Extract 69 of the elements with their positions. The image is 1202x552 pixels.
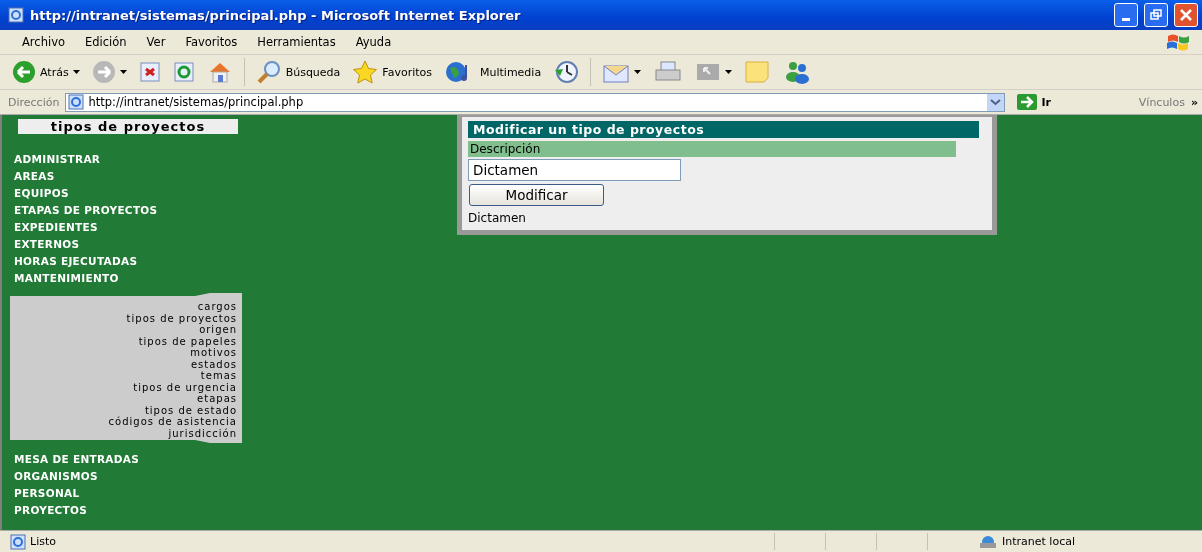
history-clock-icon xyxy=(553,60,580,84)
submenu-link[interactable]: temas xyxy=(200,370,237,382)
arrow-icon xyxy=(1017,94,1038,110)
submenu-link[interactable]: origen xyxy=(199,324,237,336)
toolbar-button[interactable]: Multimedia xyxy=(440,57,546,87)
submenu-link[interactable]: cargos xyxy=(197,301,237,313)
nav-link[interactable]: ADMINISTRAR xyxy=(14,151,260,168)
nav-link[interactable]: PROYECTOS xyxy=(14,502,260,519)
nav-link[interactable]: PERSONAL xyxy=(14,485,260,502)
printer-icon xyxy=(653,60,684,84)
nav-link[interactable]: EQUIPOS xyxy=(14,185,260,202)
nav-link[interactable]: MESA DE ENTRADAS xyxy=(14,451,260,468)
toolbar-button[interactable]: Búsqueda xyxy=(251,57,345,87)
nav-link[interactable]: ETAPAS DE PROYECTOS xyxy=(14,202,260,219)
submenu-link[interactable]: tipos de urgencia xyxy=(133,381,237,393)
windows-flag-icon xyxy=(1166,32,1190,52)
toolbar-button[interactable]: Favoritos xyxy=(348,57,436,87)
sidebar-heading: tipos de proyectos xyxy=(18,119,238,134)
submenu-link[interactable]: motivos xyxy=(190,347,237,359)
minimize-icon xyxy=(1122,17,1130,21)
submenu-link[interactable]: códigos de asistencia xyxy=(108,416,237,428)
submenu-link[interactable]: tipos de proyectos xyxy=(126,312,237,324)
menu-item[interactable]: Ver xyxy=(136,35,176,49)
nav-link[interactable]: EXTERNOS xyxy=(14,236,260,253)
submenu-link[interactable]: tipos de estado xyxy=(144,404,237,416)
more-chevron[interactable]: » xyxy=(1190,95,1202,109)
window-title: http://intranet/sistemas/principal.php - Microsoft Internet Explorer xyxy=(30,7,522,23)
zone-text: Intranet local xyxy=(1002,535,1076,548)
window-icon xyxy=(695,61,722,83)
submenu-link[interactable]: etapas xyxy=(197,393,237,405)
nav-link[interactable]: AREAS xyxy=(14,168,260,185)
go-button[interactable]: Ir xyxy=(1011,94,1057,110)
close-icon xyxy=(1180,9,1192,21)
address-label: Dirección xyxy=(8,95,60,109)
status-text: Listo xyxy=(30,535,57,548)
result-text: Dictamen xyxy=(468,211,527,225)
description-input[interactable]: Dictamen xyxy=(468,159,681,181)
nav-link[interactable]: HORAS EJECUTADAS xyxy=(14,253,260,270)
browser-icon xyxy=(8,7,24,23)
submenu-link[interactable]: estados xyxy=(190,358,237,370)
nav-link[interactable]: EXPEDIENTES xyxy=(14,219,260,236)
network-icon xyxy=(978,534,998,549)
nav-link[interactable]: ORGANISMOS xyxy=(14,468,260,485)
submenu-link[interactable]: jurisdicción xyxy=(168,427,237,439)
links-label[interactable]: Vínculos xyxy=(1138,95,1185,109)
restore-button[interactable] xyxy=(1144,3,1168,27)
menu-item[interactable]: Archivo xyxy=(12,35,75,49)
submenu-link[interactable]: tipos de papeles xyxy=(138,335,237,347)
page-icon xyxy=(10,533,26,550)
restore-icon xyxy=(1150,9,1162,21)
stop-icon xyxy=(138,61,161,83)
address-field[interactable]: http://intranet/sistemas/principal.php xyxy=(65,92,1006,112)
page-icon xyxy=(68,94,85,110)
search-icon xyxy=(255,60,282,84)
dropdown-icon[interactable] xyxy=(987,93,1005,111)
menu-item[interactable]: Ayuda xyxy=(345,35,402,49)
form-title: Modificar un tipo de proyectos xyxy=(468,121,979,138)
close-button[interactable] xyxy=(1174,3,1198,27)
menu-item[interactable]: Edición xyxy=(75,35,137,49)
minimize-button[interactable] xyxy=(1114,3,1138,27)
star-icon xyxy=(352,60,379,84)
menu-item[interactable]: Herramientas xyxy=(247,35,346,49)
menu-item[interactable]: Favoritos xyxy=(175,35,248,49)
nav-link[interactable]: MANTENIMIENTO xyxy=(14,270,260,287)
modify-button[interactable]: Modificar xyxy=(469,184,604,206)
refresh-icon xyxy=(172,61,195,83)
toolbar-button[interactable]: Atrás xyxy=(8,57,84,87)
field-label: Descripción xyxy=(468,141,956,157)
note-icon xyxy=(744,60,771,84)
